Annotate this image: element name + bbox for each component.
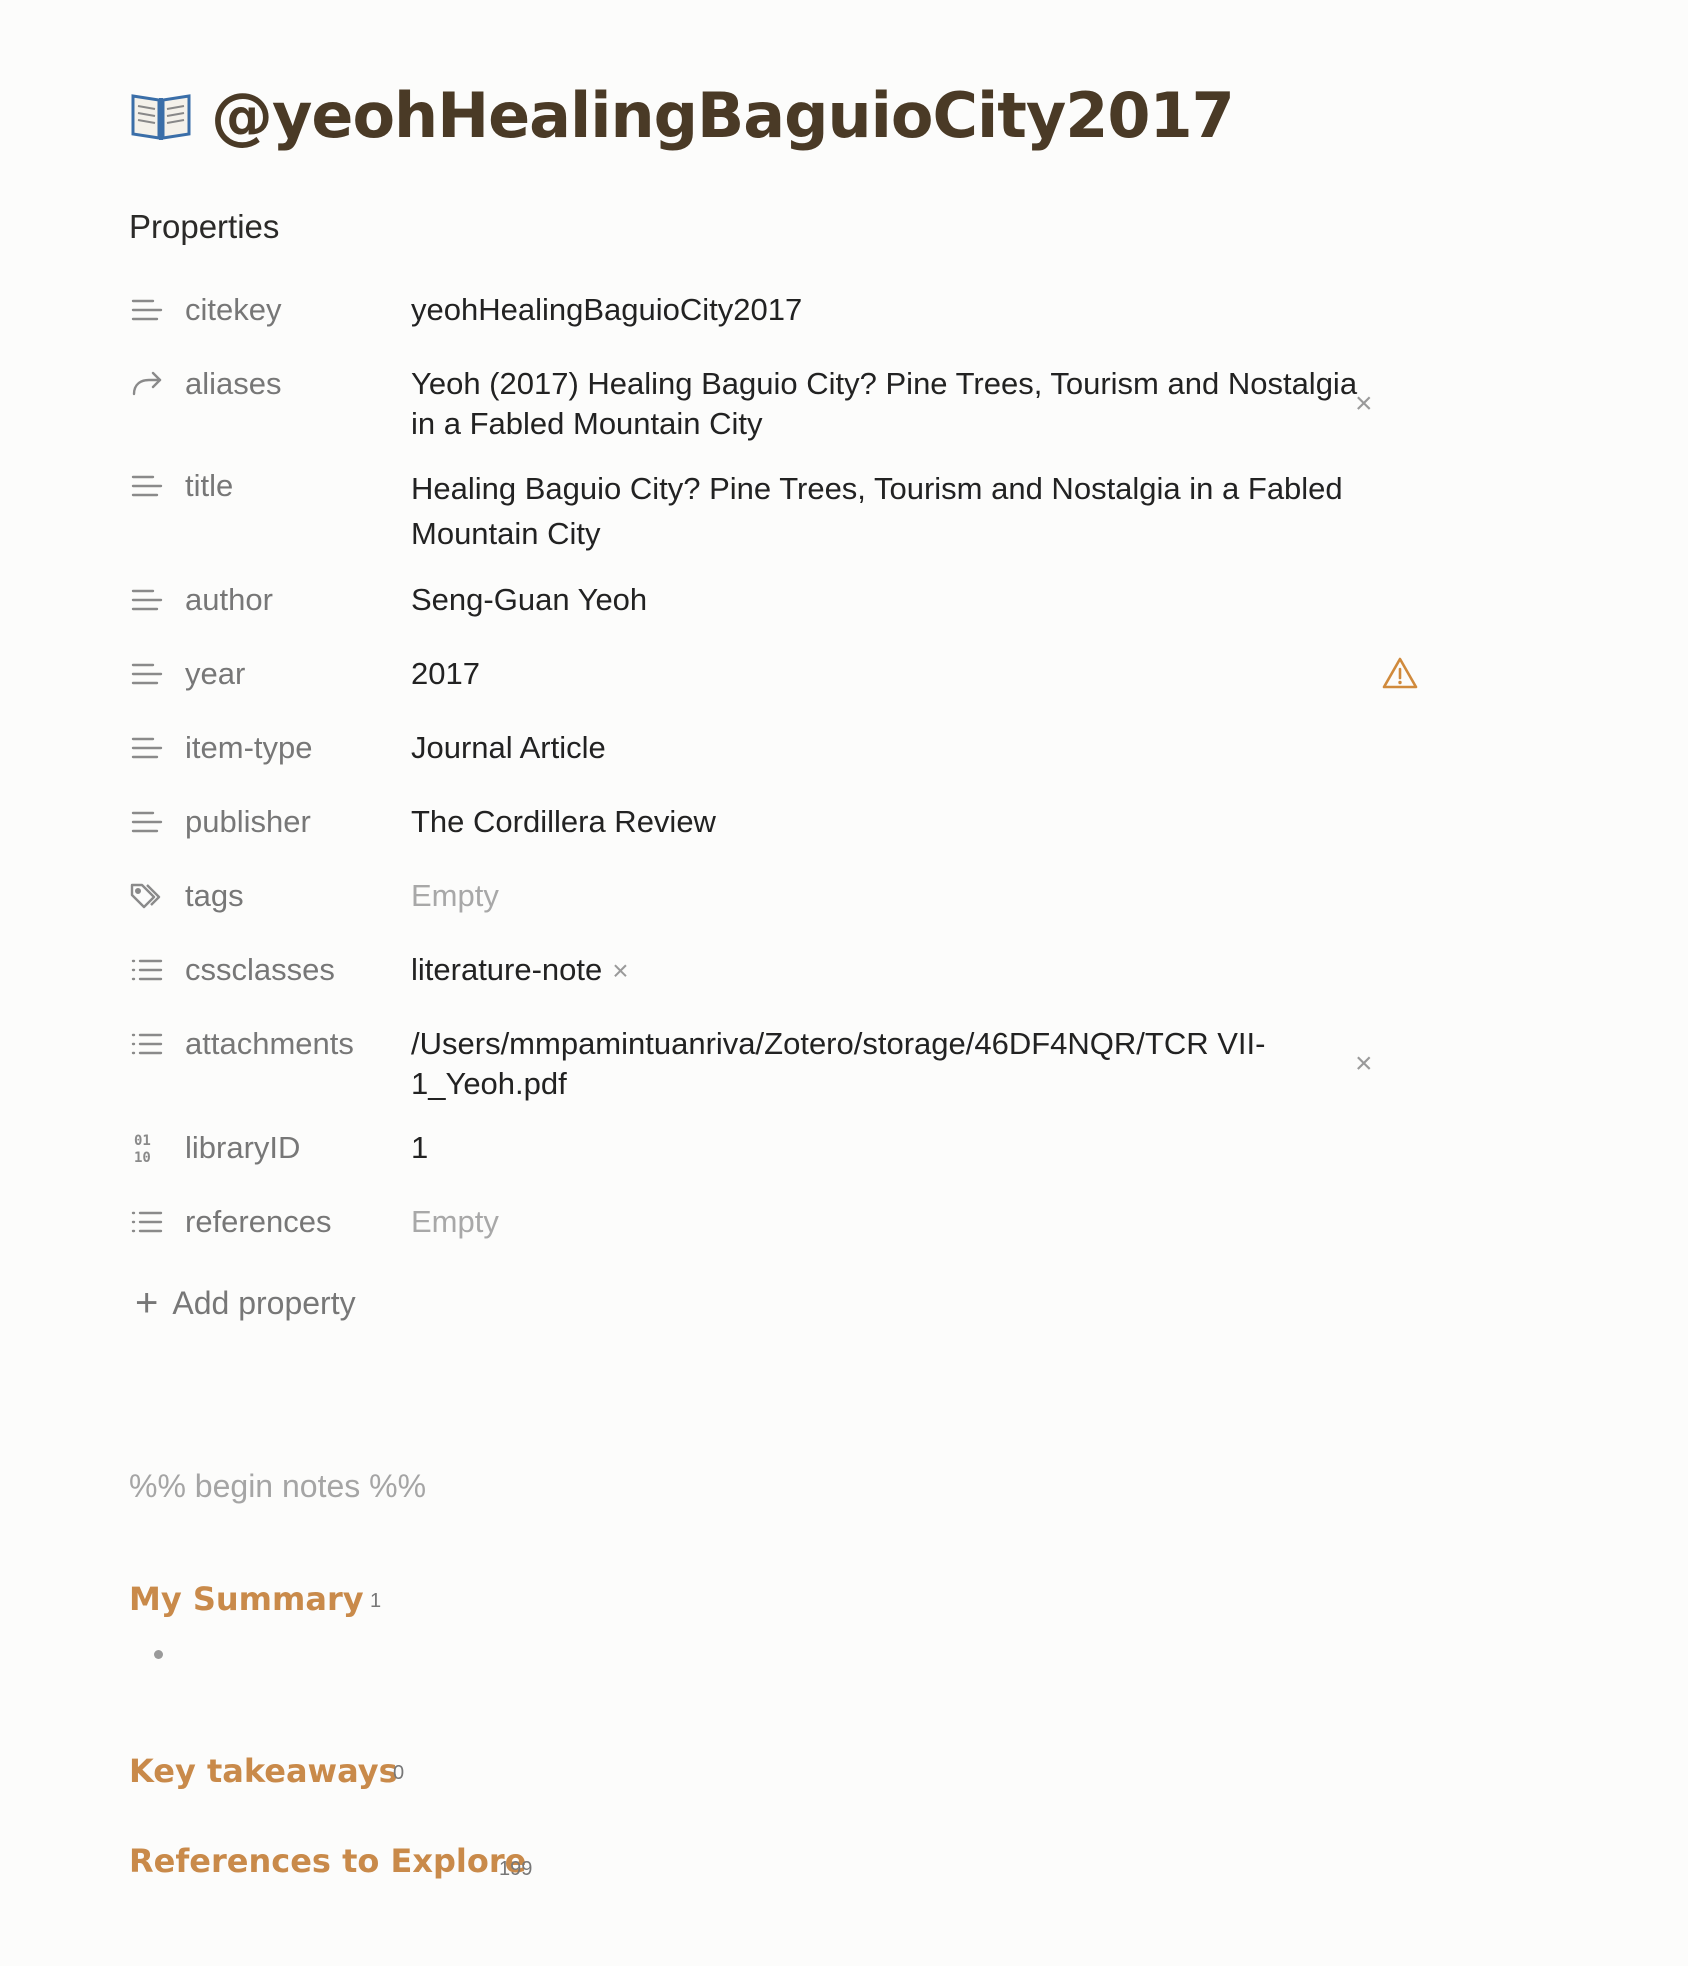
empty-bullet[interactable] [154,1650,163,1659]
property-name[interactable]: publisher [185,804,311,840]
add-property-label: Add property [172,1284,356,1321]
property-name[interactable]: references [185,1204,331,1240]
property-name[interactable]: author [185,582,273,618]
property-key[interactable]: publisher [129,802,311,842]
property-value-text: Journal Article [411,730,606,765]
note-title[interactable]: @yeohHealingBaguioCity2017 [211,79,1235,152]
property-value[interactable]: Seng-Guan Yeoh [411,580,1461,620]
property-key[interactable]: title [129,466,233,506]
text-lines-icon[interactable] [129,468,165,504]
property-name[interactable]: year [185,656,245,692]
property-name[interactable]: cssclasses [185,952,335,988]
remove-value-icon[interactable]: × [1355,1044,1373,1084]
property-value-text: literature-note [411,952,603,987]
text-lines-icon[interactable] [129,292,165,328]
heading-count-key-takeaways: 0 [393,1762,405,1784]
property-value-text: Seng-Guan Yeoh [411,582,648,617]
property-name[interactable]: item-type [185,730,312,766]
property-key[interactable]: attachments [129,1024,354,1064]
property-key[interactable]: tags [129,876,244,916]
property-value-text: yeohHealingBaguioCity2017 [411,292,803,327]
note-title-row: @yeohHealingBaguioCity2017 [129,70,1235,160]
property-value-text: 2017 [411,656,480,691]
property-value-text: Yeoh (2017) Healing Baguio City? Pine Tr… [411,366,1358,441]
svg-text:01: 01 [134,1133,151,1149]
svg-text:10: 10 [134,1150,151,1166]
property-value[interactable]: 2017 [411,654,1461,694]
property-key[interactable]: 01 10 libraryID [129,1128,300,1168]
property-value[interactable]: Journal Article [411,728,1461,768]
heading-count-references: 199 [499,1858,533,1880]
heading-key-takeaways[interactable]: Key takeaways [129,1752,398,1790]
heading-references-to-explore[interactable]: References to Explore [129,1842,526,1880]
property-name[interactable]: aliases [185,366,282,402]
property-key[interactable]: year [129,654,245,694]
property-value-text: Empty [411,1204,499,1239]
property-value[interactable]: The Cordillera Review [411,802,1461,842]
property-value[interactable]: Empty [411,876,1461,916]
plus-icon: + [135,1281,159,1325]
forward-arrow-icon[interactable] [129,366,165,402]
property-key[interactable]: citekey [129,290,281,330]
property-value-text: /Users/mmpamintuanriva/Zotero/storage/46… [411,1026,1266,1101]
property-name[interactable]: title [185,468,233,504]
property-value[interactable]: 1 [411,1128,1461,1168]
property-value[interactable]: Yeoh (2017) Healing Baguio City? Pine Tr… [411,364,1361,444]
add-property-button[interactable]: + Add property [135,1283,356,1323]
property-value[interactable]: literature-note × [411,950,1461,991]
property-key[interactable]: author [129,580,273,620]
property-value[interactable]: /Users/mmpamintuanriva/Zotero/storage/46… [411,1024,1361,1104]
list-icon[interactable] [129,1026,165,1062]
text-lines-icon[interactable] [129,730,165,766]
tags-icon[interactable] [129,878,165,914]
list-icon[interactable] [129,1204,165,1240]
property-value-text: Empty [411,878,499,913]
heading-my-summary[interactable]: My Summary [129,1580,364,1618]
property-value[interactable]: yeohHealingBaguioCity2017 [411,290,1461,330]
remove-value-icon[interactable]: × [1355,384,1373,424]
heading-count-my-summary: 1 [370,1590,382,1612]
property-name[interactable]: attachments [185,1026,354,1062]
list-icon[interactable] [129,952,165,988]
property-key[interactable]: aliases [129,364,282,404]
remove-chip-icon[interactable]: × [612,955,628,986]
open-book-icon [129,88,193,142]
property-key[interactable]: references [129,1202,331,1242]
property-value-text: 1 [411,1130,429,1165]
property-key[interactable]: item-type [129,728,312,768]
text-lines-icon[interactable] [129,582,165,618]
text-lines-icon[interactable] [129,804,165,840]
property-name[interactable]: tags [185,878,244,914]
binary-number-icon[interactable]: 01 10 [129,1130,165,1166]
properties-heading[interactable]: Properties [129,208,279,246]
property-name[interactable]: libraryID [185,1130,300,1166]
property-key[interactable]: cssclasses [129,950,335,990]
property-name[interactable]: citekey [185,292,281,328]
property-value-text: Healing Baguio City? Pine Trees, Tourism… [411,471,1343,551]
property-value[interactable]: Healing Baguio City? Pine Trees, Tourism… [411,466,1461,556]
warning-icon[interactable] [1381,654,1419,692]
begin-notes-comment[interactable]: %% begin notes %% [129,1468,426,1505]
text-lines-icon[interactable] [129,656,165,692]
property-value[interactable]: Empty [411,1202,1461,1242]
property-value-text: The Cordillera Review [411,804,716,839]
